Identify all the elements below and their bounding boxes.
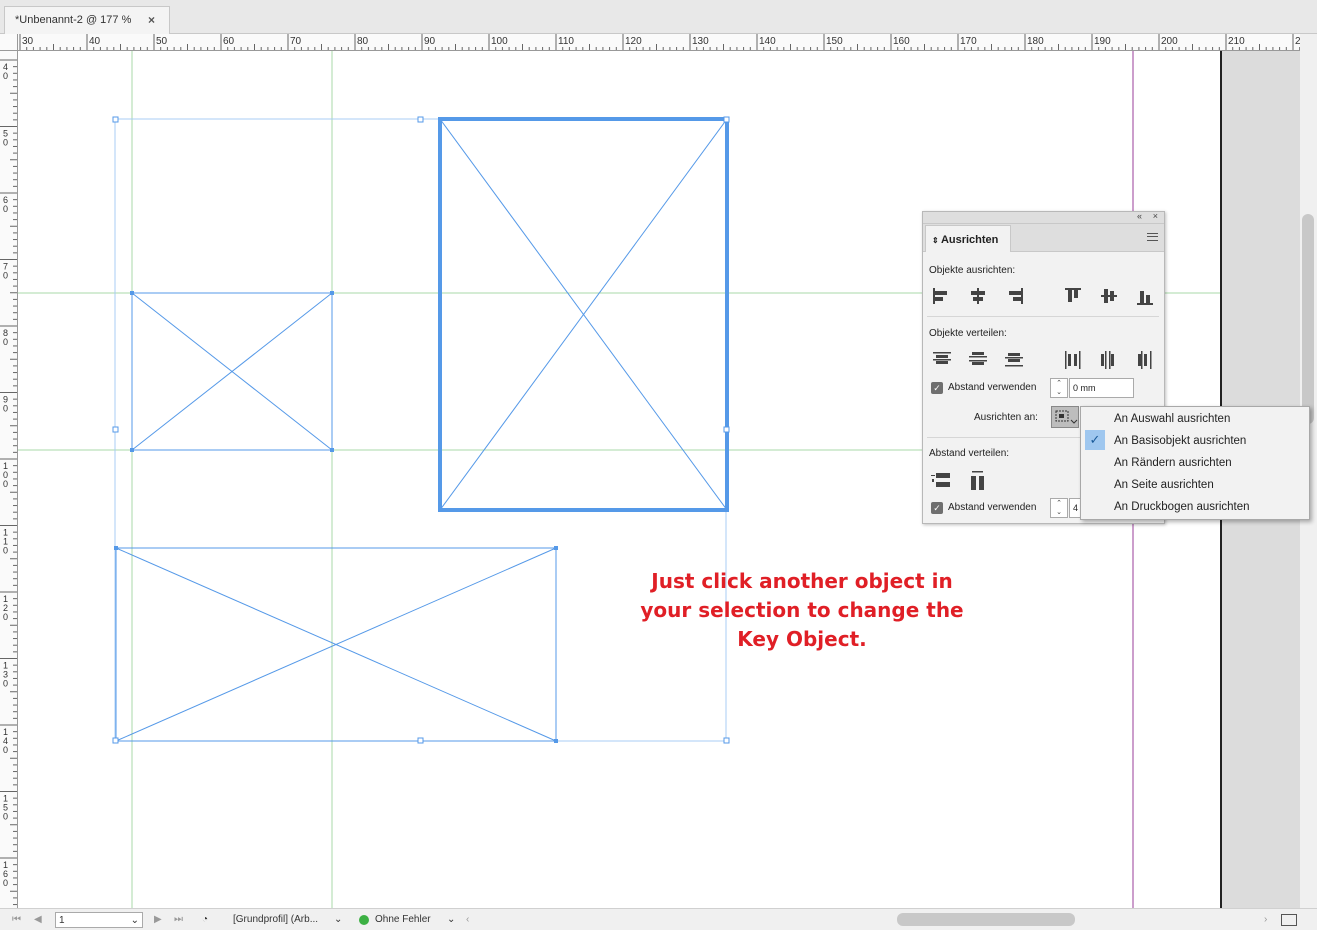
document-tab-bar: *Unbenannt-2 @ 177 % × <box>0 0 1317 34</box>
preflight-profile-label[interactable]: [Grundprofil] (Arb... <box>233 912 318 928</box>
menu-item-align-margins[interactable]: An Rändern ausrichten <box>1114 452 1232 474</box>
distribute-spacing-buttons[interactable] <box>931 470 991 492</box>
ruler-label: 0 <box>3 679 8 689</box>
ruler-label: 0 <box>3 479 8 489</box>
ruler-label: 140 <box>759 36 776 47</box>
ruler-label: 100 <box>491 36 508 47</box>
horizontal-scrollbar-thumb[interactable] <box>897 913 1075 926</box>
tab-ausrichten[interactable]: ⇕ Ausrichten <box>925 225 1011 252</box>
spread-view-icon[interactable] <box>1281 914 1297 926</box>
scroll-right-icon[interactable]: › <box>1264 912 1267 928</box>
align-objects-label: Objekte ausrichten: <box>929 265 1016 276</box>
preflight-status[interactable]: Ohne Fehler <box>375 912 431 928</box>
ruler-label: 0 <box>3 546 8 556</box>
align-to-button[interactable] <box>1051 406 1079 428</box>
vertical-ruler[interactable]: 405060708090100110120130140150160 <box>0 51 18 908</box>
ruler-label: 200 <box>1161 36 1178 47</box>
panel-title: Ausrichten <box>940 234 999 246</box>
collapse-panel-icon[interactable]: « <box>1137 211 1142 221</box>
panel-header[interactable]: « × <box>923 211 1164 224</box>
ruler-label: 190 <box>1094 36 1111 47</box>
ruler-label: 40 <box>89 36 101 47</box>
chevron-down-icon[interactable]: ⌄ <box>447 912 455 928</box>
ruler-label: 150 <box>826 36 843 47</box>
hint-line-1: Just click another object in <box>651 569 953 593</box>
use-spacing-checkbox-2[interactable]: ✓ <box>931 502 943 514</box>
align-objects-buttons[interactable] <box>931 286 1161 308</box>
ruler-label: 0 <box>3 404 8 414</box>
key-object-icon <box>1055 410 1078 424</box>
chevron-down-icon[interactable]: ⌄ <box>334 912 342 928</box>
next-page-icon[interactable]: ▶ <box>154 912 162 928</box>
last-page-icon[interactable]: ⏭ <box>174 912 183 928</box>
distribute-objects-label: Objekte verteilen: <box>929 328 1007 339</box>
ruler-label: 30 <box>22 36 34 47</box>
ruler-label: 0 <box>3 71 8 81</box>
ruler-label: 180 <box>1027 36 1044 47</box>
horizontal-ruler[interactable]: 30 40 50 60 70 80 90 100 110 120 130 140 150 160 170 18… <box>18 34 1300 51</box>
checkmark-icon: ✓ <box>1085 430 1105 450</box>
document-tab[interactable]: *Unbenannt-2 @ 177 % × <box>4 6 170 34</box>
spacing-stepper-2[interactable]: ⌃ ⌄ <box>1050 498 1068 518</box>
hint-annotation: Just click another object in your select… <box>630 567 974 654</box>
ruler-label: 160 <box>893 36 910 47</box>
ruler-label: 0 <box>3 337 8 347</box>
ruler-label: 0 <box>3 204 8 214</box>
status-ok-icon <box>359 915 369 925</box>
status-bar: ⏮ ◀ 1 ⌄ ▶ ⏭ ◔ [Grundprofil] (Arb... ⌄ Oh… <box>0 908 1317 930</box>
ruler-label: 80 <box>357 36 369 47</box>
use-spacing-checkbox[interactable]: ✓ <box>931 382 943 394</box>
ruler-label: 50 <box>156 36 168 47</box>
page-number: 1 <box>59 915 65 926</box>
image-frame-key-object[interactable] <box>438 117 729 512</box>
ruler-label: 0 <box>3 271 8 281</box>
ruler-label: 0 <box>3 612 8 622</box>
ruler-label: 90 <box>424 36 436 47</box>
ruler-label: 60 <box>223 36 235 47</box>
first-page-icon[interactable]: ⏮ <box>12 912 21 928</box>
menu-item-align-page[interactable]: An Seite ausrichten <box>1114 474 1214 496</box>
chevron-down-icon[interactable]: ⌄ <box>131 913 139 929</box>
close-panel-icon[interactable]: × <box>1153 211 1158 221</box>
use-spacing-label: Abstand verwenden <box>948 382 1037 393</box>
ruler-label: 0 <box>3 138 8 148</box>
ruler-label: 0 <box>3 812 8 822</box>
ruler-label: 130 <box>692 36 709 47</box>
image-frame-small[interactable] <box>130 291 334 452</box>
hint-line-2: your selection to change the <box>640 598 964 622</box>
scroll-left-icon[interactable]: ‹ <box>466 912 469 928</box>
image-frame-wide[interactable] <box>114 546 558 743</box>
ruler-label: 110 <box>558 36 574 47</box>
close-tab-icon[interactable]: × <box>148 13 155 27</box>
spacing-input[interactable]: 0 mm <box>1069 378 1134 398</box>
ruler-label: 0 <box>3 878 8 888</box>
document-tab-title: *Unbenannt-2 @ 177 % <box>15 14 132 26</box>
tab-arrows-icon: ⇕ <box>932 236 941 245</box>
menu-item-align-selection[interactable]: An Auswahl ausrichten <box>1114 408 1230 430</box>
menu-item-align-key-object[interactable]: An Basisobjekt ausrichten <box>1114 430 1246 452</box>
hint-line-3: Key Object. <box>737 627 867 651</box>
page-number-field[interactable]: 1 ⌄ <box>55 912 143 928</box>
menu-item-align-spread[interactable]: An Druckbogen ausrichten <box>1114 496 1250 518</box>
distribute-spacing-label: Abstand verteilen: <box>929 448 1010 459</box>
align-to-dropdown-menu: ✓ An Auswahl ausrichten An Basisobjekt a… <box>1080 406 1310 520</box>
use-spacing-label-2: Abstand verwenden <box>948 502 1037 513</box>
preflight-profile-icon[interactable]: ◔ <box>202 912 208 928</box>
ruler-label: 210 <box>1228 36 1245 47</box>
previous-page-icon[interactable]: ◀ <box>34 912 42 928</box>
spacing-stepper[interactable]: ⌃ ⌄ <box>1050 378 1068 398</box>
ruler-label: 170 <box>960 36 977 47</box>
ruler-label: 120 <box>625 36 642 47</box>
ruler-origin[interactable] <box>0 34 18 51</box>
scrollbar-thumb[interactable] <box>1302 214 1314 424</box>
ruler-label: 0 <box>3 745 8 755</box>
align-to-label: Ausrichten an: <box>974 412 1038 423</box>
distribute-objects-buttons[interactable] <box>931 349 1161 371</box>
panel-menu-icon[interactable] <box>1147 233 1158 241</box>
ruler-label: 70 <box>290 36 302 47</box>
